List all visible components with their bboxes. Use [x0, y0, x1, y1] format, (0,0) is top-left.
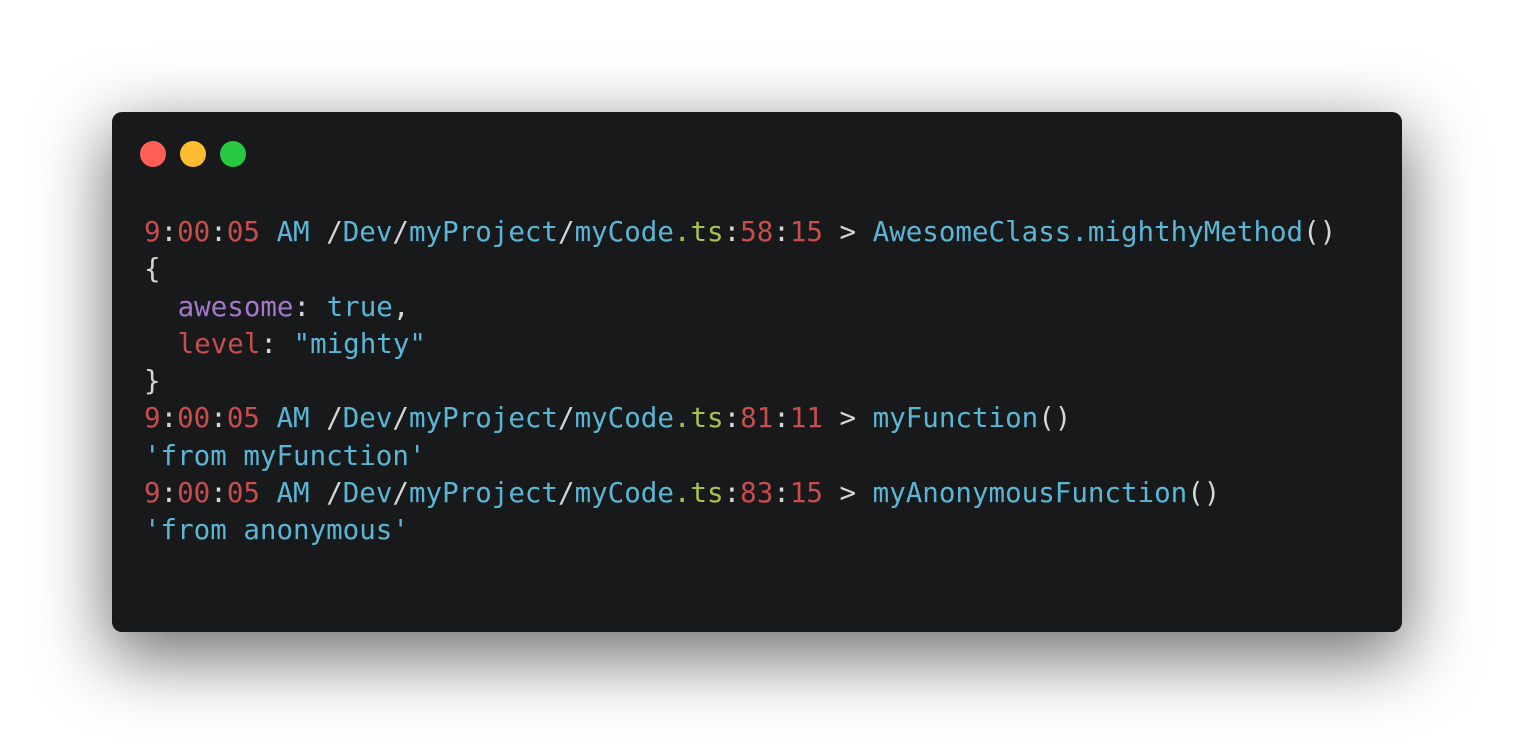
path-segment: myProject: [408, 216, 558, 248]
property-value: "mighty": [293, 327, 426, 360]
caller-parens: (): [1187, 477, 1221, 510]
time-meridiem: AM: [276, 402, 310, 435]
time-minute: 00: [177, 477, 211, 510]
time-second: 05: [226, 216, 260, 248]
log-brace-line: {: [144, 251, 1336, 288]
file-name: myCode: [574, 402, 674, 435]
column-number: 11: [789, 402, 823, 435]
file-name: myCode: [574, 216, 674, 248]
close-button[interactable]: [140, 141, 166, 167]
line-number: 58: [740, 216, 774, 248]
property-value: true: [326, 290, 393, 323]
file-extension: ts: [690, 216, 724, 248]
time-second: 05: [226, 402, 260, 435]
time-hour: 9: [144, 402, 161, 435]
path-segment: Dev: [342, 216, 393, 248]
file-extension: ts: [690, 477, 724, 510]
path-segment: Dev: [342, 402, 393, 435]
terminal-window: 9:00:05 AM /Dev/myProject/myCode.ts:58:1…: [112, 112, 1402, 632]
time-meridiem: AM: [276, 477, 310, 510]
property-suffix: ,: [392, 290, 410, 323]
time-minute: 00: [177, 402, 211, 435]
console-output: 9:00:05 AM /Dev/myProject/myCode.ts:58:1…: [144, 214, 1336, 550]
column-number: 15: [789, 477, 823, 510]
path-segment: myProject: [408, 402, 558, 435]
log-property-line: awesome: true,: [177, 290, 410, 323]
property-key: level: [177, 327, 261, 360]
caller-parens: (): [1303, 216, 1337, 248]
brace: }: [144, 365, 161, 398]
time-second: 05: [226, 477, 260, 510]
minimize-button[interactable]: [180, 141, 206, 167]
log-message-line: 'from anonymous': [144, 512, 1336, 549]
time-hour: 9: [144, 477, 161, 510]
time-hour: 9: [144, 216, 161, 248]
log-property-line: level: "mighty": [177, 327, 426, 360]
time-meridiem: AM: [276, 216, 310, 248]
log-header-line: 9:00:05 AM /Dev/myProject/myCode.ts:83:1…: [144, 477, 1221, 510]
brace: {: [144, 253, 161, 286]
caller-name: myFunction: [872, 402, 1039, 435]
caller-name: myAnonymousFunction: [872, 477, 1188, 510]
time-minute: 00: [177, 216, 211, 248]
line-number: 81: [740, 402, 774, 435]
window-controls: [140, 141, 246, 167]
line-number: 83: [740, 477, 774, 510]
path-segment: Dev: [342, 477, 393, 510]
column-number: 15: [789, 216, 823, 248]
caller-parens: (): [1038, 402, 1072, 435]
log-header-line: 9:00:05 AM /Dev/myProject/myCode.ts:58:1…: [144, 216, 1337, 248]
log-message-line: 'from myFunction': [144, 438, 1336, 475]
log-message: 'from anonymous': [144, 514, 409, 547]
file-name: myCode: [574, 477, 674, 510]
path-segment: myProject: [408, 477, 558, 510]
file-extension: ts: [690, 402, 724, 435]
log-message: 'from myFunction': [144, 439, 426, 472]
property-key: awesome: [177, 290, 294, 323]
maximize-button[interactable]: [220, 141, 246, 167]
log-header-line: 9:00:05 AM /Dev/myProject/myCode.ts:81:1…: [144, 402, 1072, 435]
caller-name: AwesomeClass.mighthyMethod: [872, 216, 1304, 248]
log-brace-line: }: [144, 363, 1336, 400]
